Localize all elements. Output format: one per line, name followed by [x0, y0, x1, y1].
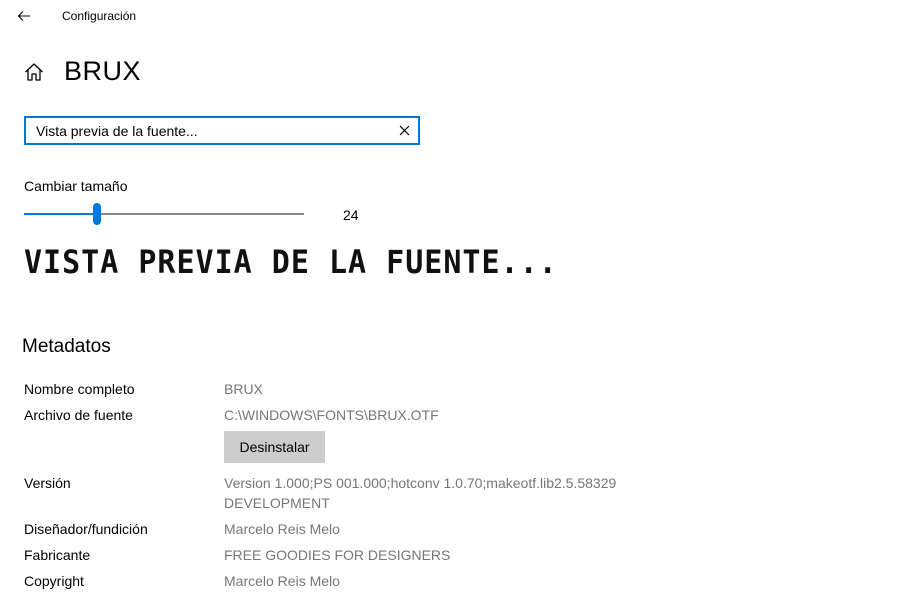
full-name-label: Nombre completo	[24, 381, 135, 397]
version-label: Versión	[24, 475, 71, 491]
copyright-label: Copyright	[24, 573, 84, 589]
window-title: Configuración	[62, 9, 137, 23]
full-name-value: BRUX	[224, 381, 263, 397]
size-slider[interactable]	[24, 202, 304, 226]
version-value: Version 1.000;PS 001.000;hotconv 1.0.70;…	[224, 473, 616, 513]
manufacturer-label: Fabricante	[24, 547, 91, 563]
settings-page: Configuración BRUX Cambiar tamaño 24 VIS…	[0, 0, 915, 614]
back-arrow-icon	[17, 11, 30, 21]
version-value-line2: DEVELOPMENT	[224, 495, 330, 511]
close-icon[interactable]	[397, 123, 412, 138]
page-title: BRUX	[64, 56, 142, 86]
slider-thumb[interactable]	[93, 203, 101, 225]
preview-text-input[interactable]	[36, 118, 396, 143]
designer-value: Marcelo Reis Melo	[224, 521, 340, 537]
slider-fill	[24, 213, 97, 215]
font-preview-text: VISTA PREVIA DE LA FUENTE...	[24, 244, 558, 282]
version-value-line1: Version 1.000;PS 001.000;hotconv 1.0.70;…	[224, 475, 617, 491]
back-button[interactable]	[12, 4, 36, 28]
size-label: Cambiar tamaño	[24, 178, 128, 194]
copyright-value: Marcelo Reis Melo	[224, 573, 340, 589]
manufacturer-value: FREE GOODIES FOR DESIGNERS	[224, 547, 451, 563]
font-file-label: Archivo de fuente	[24, 407, 133, 423]
designer-label: Diseñador/fundición	[24, 521, 148, 537]
uninstall-button[interactable]: Desinstalar	[224, 431, 325, 463]
font-file-value: C:\WINDOWS\FONTS\BRUX.OTF	[224, 407, 439, 423]
home-icon[interactable]	[23, 61, 45, 83]
size-value: 24	[343, 207, 359, 223]
preview-text-field[interactable]	[24, 116, 420, 145]
metadata-title: Metadatos	[22, 336, 111, 357]
